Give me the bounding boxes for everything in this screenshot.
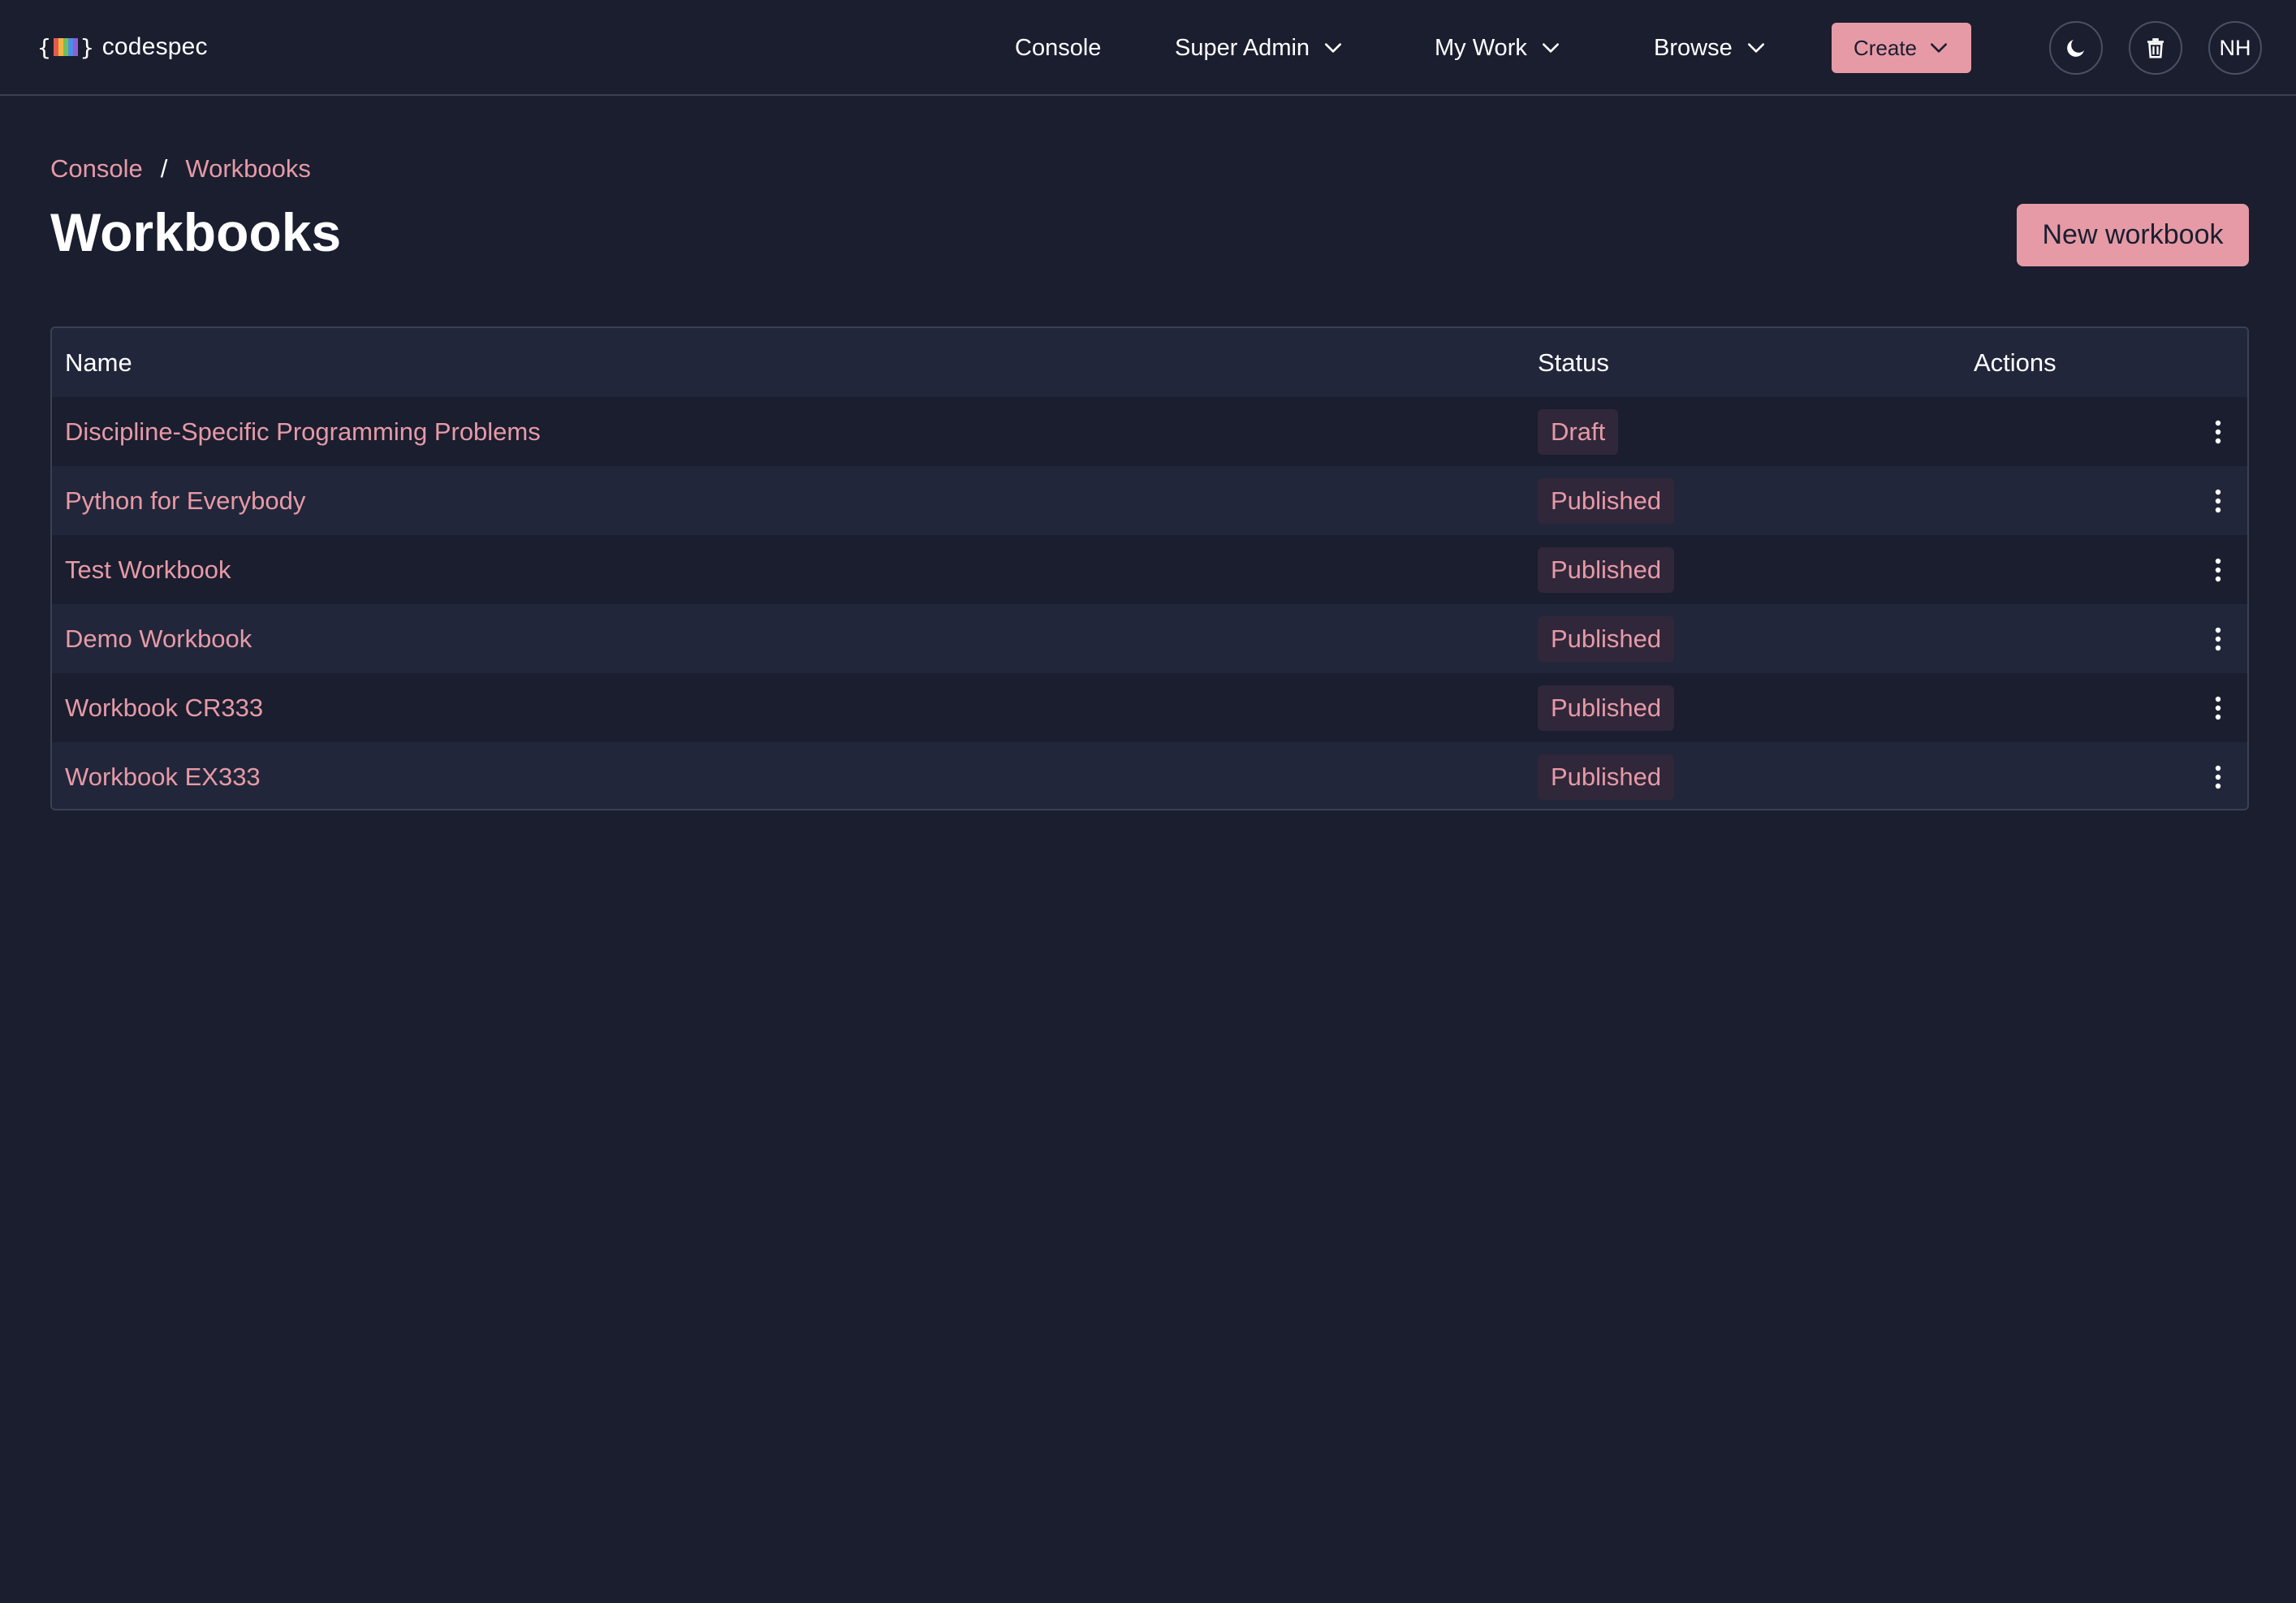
breadcrumb-workbooks[interactable]: Workbooks bbox=[185, 154, 311, 184]
brand-bar bbox=[72, 38, 78, 56]
nav-console-label: Console bbox=[1015, 34, 1102, 61]
status-badge: Published bbox=[1538, 477, 1675, 524]
user-avatar-button[interactable]: NH bbox=[2208, 21, 2262, 75]
nav-my-work-dropdown[interactable]: My Work bbox=[1435, 29, 1561, 67]
row-actions-menu-button[interactable] bbox=[2202, 754, 2234, 800]
table-row: Python for Everybody Published bbox=[52, 466, 2247, 535]
page-title: Workbooks bbox=[50, 202, 342, 262]
trash-button[interactable] bbox=[2129, 21, 2182, 75]
brand-name: codespec bbox=[101, 33, 208, 60]
create-button-label: Create bbox=[1853, 35, 1918, 60]
kebab-menu-icon bbox=[2215, 558, 2221, 581]
chevron-down-icon bbox=[1325, 43, 1342, 53]
status-badge: Published bbox=[1538, 616, 1675, 662]
create-dropdown-button[interactable]: Create bbox=[1832, 23, 1971, 73]
chevron-down-icon bbox=[1542, 43, 1559, 53]
breadcrumb-console[interactable]: Console bbox=[50, 154, 143, 184]
nav-browse-label: Browse bbox=[1654, 34, 1733, 61]
kebab-menu-icon bbox=[2215, 489, 2221, 512]
column-header-name: Name bbox=[65, 348, 132, 377]
workbook-name-link[interactable]: Python for Everybody bbox=[65, 486, 305, 516]
avatar-initials: NH bbox=[2219, 35, 2251, 60]
kebab-menu-icon bbox=[2215, 627, 2221, 650]
nav-super-admin-label: Super Admin bbox=[1175, 34, 1310, 61]
table-row: Workbook EX333 Published bbox=[52, 742, 2247, 809]
status-badge: Published bbox=[1538, 547, 1675, 593]
brand-brace-open: { bbox=[37, 33, 51, 61]
table-header-row: Name Status Actions bbox=[52, 328, 2247, 397]
new-workbook-button[interactable]: New workbook bbox=[2017, 204, 2249, 266]
table-row: Workbook CR333 Published bbox=[52, 673, 2247, 742]
workbooks-table: Name Status Actions Discipline-Specific … bbox=[50, 326, 2249, 810]
workbook-name-link[interactable]: Workbook EX333 bbox=[65, 763, 261, 792]
brand-mark: { } bbox=[37, 34, 94, 61]
nav-super-admin-dropdown[interactable]: Super Admin bbox=[1175, 29, 1344, 67]
breadcrumb-separator: / bbox=[160, 154, 168, 183]
chevron-down-icon bbox=[1747, 43, 1764, 53]
table-row: Demo Workbook Published bbox=[52, 604, 2247, 673]
nav-browse-dropdown[interactable]: Browse bbox=[1654, 29, 1767, 67]
status-badge: Published bbox=[1538, 685, 1675, 731]
breadcrumb: Console / Workbooks bbox=[50, 154, 311, 184]
table-row: Test Workbook Published bbox=[52, 535, 2247, 604]
workbook-name-link[interactable]: Workbook CR333 bbox=[65, 693, 263, 723]
theme-toggle-button[interactable] bbox=[2049, 21, 2103, 75]
table-row: Discipline-Specific Programming Problems… bbox=[52, 397, 2247, 466]
row-actions-menu-button[interactable] bbox=[2202, 409, 2234, 455]
nav-my-work-label: My Work bbox=[1435, 34, 1527, 61]
brand-logo[interactable]: { } codespec bbox=[37, 29, 208, 65]
kebab-menu-icon bbox=[2215, 696, 2221, 719]
kebab-menu-icon bbox=[2215, 420, 2221, 443]
top-navbar: { } codespec Console Super Admin My Work… bbox=[0, 0, 2296, 96]
row-actions-menu-button[interactable] bbox=[2202, 616, 2234, 662]
workbook-name-link[interactable]: Discipline-Specific Programming Problems bbox=[65, 417, 541, 447]
moon-icon bbox=[2067, 40, 2084, 57]
nav-console[interactable]: Console bbox=[1015, 29, 1101, 67]
chevron-down-icon bbox=[1931, 43, 1947, 53]
brand-brace-close: } bbox=[80, 33, 94, 61]
column-header-status: Status bbox=[1538, 348, 1609, 377]
row-actions-menu-button[interactable] bbox=[2202, 478, 2234, 524]
brand-color-bars bbox=[53, 38, 78, 56]
workbook-name-link[interactable]: Test Workbook bbox=[65, 555, 231, 585]
status-badge: Draft bbox=[1538, 408, 1619, 455]
trash-icon bbox=[2147, 38, 2164, 58]
workbook-name-link[interactable]: Demo Workbook bbox=[65, 624, 252, 654]
row-actions-menu-button[interactable] bbox=[2202, 685, 2234, 731]
kebab-menu-icon bbox=[2215, 765, 2221, 789]
column-header-actions: Actions bbox=[1974, 348, 2056, 377]
status-badge: Published bbox=[1538, 754, 1675, 800]
row-actions-menu-button[interactable] bbox=[2202, 547, 2234, 593]
